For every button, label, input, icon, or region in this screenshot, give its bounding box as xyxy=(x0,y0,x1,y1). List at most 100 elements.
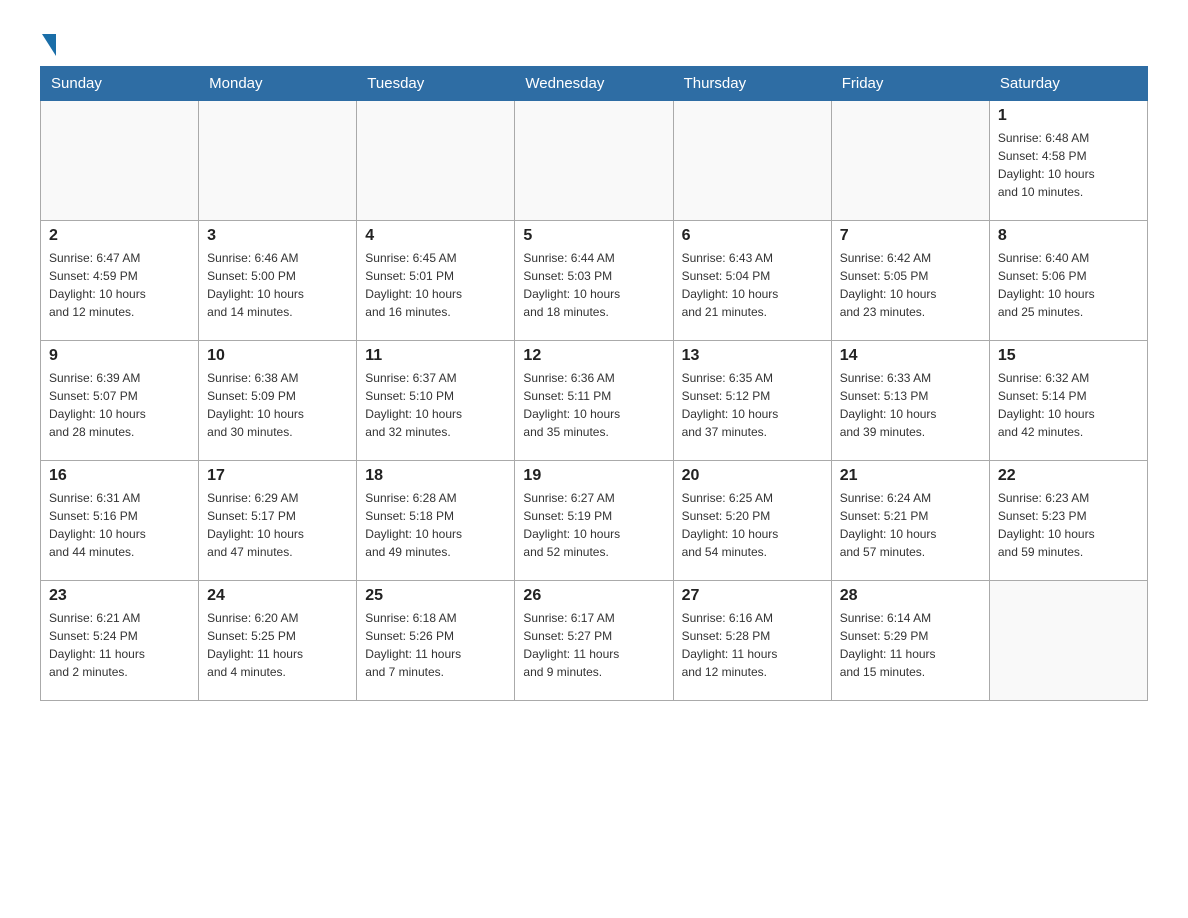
logo-arrow-icon xyxy=(42,34,56,56)
day-number: 4 xyxy=(365,227,506,245)
calendar-cell: 9 Sunrise: 6:39 AMSunset: 5:07 PMDaylight… xyxy=(41,341,199,461)
day-info: Sunrise: 6:33 AMSunset: 5:13 PMDaylight:… xyxy=(840,369,981,441)
day-number: 25 xyxy=(365,587,506,605)
day-info: Sunrise: 6:45 AMSunset: 5:01 PMDaylight:… xyxy=(365,249,506,321)
day-number: 26 xyxy=(523,587,664,605)
day-info: Sunrise: 6:44 AMSunset: 5:03 PMDaylight:… xyxy=(523,249,664,321)
day-number: 12 xyxy=(523,347,664,365)
day-number: 15 xyxy=(998,347,1139,365)
day-info: Sunrise: 6:27 AMSunset: 5:19 PMDaylight:… xyxy=(523,489,664,561)
day-info: Sunrise: 6:20 AMSunset: 5:25 PMDaylight:… xyxy=(207,609,348,681)
day-number: 20 xyxy=(682,467,823,485)
day-number: 21 xyxy=(840,467,981,485)
calendar-cell: 6 Sunrise: 6:43 AMSunset: 5:04 PMDaylight… xyxy=(673,221,831,341)
day-info: Sunrise: 6:40 AMSunset: 5:06 PMDaylight:… xyxy=(998,249,1139,321)
day-number: 18 xyxy=(365,467,506,485)
calendar-week-row: 2 Sunrise: 6:47 AMSunset: 4:59 PMDaylight… xyxy=(41,221,1148,341)
day-number: 23 xyxy=(49,587,190,605)
calendar-cell xyxy=(357,101,515,221)
calendar-week-row: 23Sunrise: 6:21 AMSunset: 5:24 PMDayligh… xyxy=(41,581,1148,701)
day-info: Sunrise: 6:35 AMSunset: 5:12 PMDaylight:… xyxy=(682,369,823,441)
day-number: 3 xyxy=(207,227,348,245)
day-number: 1 xyxy=(998,107,1139,125)
weekday-header-wednesday: Wednesday xyxy=(515,67,673,101)
day-info: Sunrise: 6:47 AMSunset: 4:59 PMDaylight:… xyxy=(49,249,190,321)
calendar-cell xyxy=(989,581,1147,701)
day-info: Sunrise: 6:43 AMSunset: 5:04 PMDaylight:… xyxy=(682,249,823,321)
calendar-table: SundayMondayTuesdayWednesdayThursdayFrid… xyxy=(40,66,1148,701)
calendar-cell: 26 Sunrise: 6:17 AMSunset: 5:27 PMDayligh… xyxy=(515,581,673,701)
day-number: 24 xyxy=(207,587,348,605)
day-number: 6 xyxy=(682,227,823,245)
calendar-cell: 24 Sunrise: 6:20 AMSunset: 5:25 PMDayligh… xyxy=(199,581,357,701)
day-info: Sunrise: 6:31 AMSunset: 5:16 PMDaylight:… xyxy=(49,489,190,561)
day-info: Sunrise: 6:18 AMSunset: 5:26 PMDaylight:… xyxy=(365,609,506,681)
day-info: Sunrise: 6:16 AMSunset: 5:28 PMDaylight:… xyxy=(682,609,823,681)
day-number: 8 xyxy=(998,227,1139,245)
weekday-header-tuesday: Tuesday xyxy=(357,67,515,101)
day-number: 19 xyxy=(523,467,664,485)
day-info: Sunrise: 6:48 AMSunset: 4:58 PMDaylight:… xyxy=(998,129,1139,201)
calendar-cell: 11 Sunrise: 6:37 AMSunset: 5:10 PMDayligh… xyxy=(357,341,515,461)
calendar-cell: 19 Sunrise: 6:27 AMSunset: 5:19 PMDayligh… xyxy=(515,461,673,581)
day-info: Sunrise: 6:37 AMSunset: 5:10 PMDaylight:… xyxy=(365,369,506,441)
calendar-cell: 17 Sunrise: 6:29 AMSunset: 5:17 PMDayligh… xyxy=(199,461,357,581)
day-info: Sunrise: 6:38 AMSunset: 5:09 PMDaylight:… xyxy=(207,369,348,441)
calendar-cell: 14 Sunrise: 6:33 AMSunset: 5:13 PMDayligh… xyxy=(831,341,989,461)
calendar-cell: 7 Sunrise: 6:42 AMSunset: 5:05 PMDaylight… xyxy=(831,221,989,341)
day-number: 2 xyxy=(49,227,190,245)
weekday-header-sunday: Sunday xyxy=(41,67,199,101)
day-info: Sunrise: 6:29 AMSunset: 5:17 PMDaylight:… xyxy=(207,489,348,561)
weekday-row: SundayMondayTuesdayWednesdayThursdayFrid… xyxy=(41,67,1148,101)
weekday-header-saturday: Saturday xyxy=(989,67,1147,101)
day-number: 14 xyxy=(840,347,981,365)
day-info: Sunrise: 6:39 AMSunset: 5:07 PMDaylight:… xyxy=(49,369,190,441)
day-info: Sunrise: 6:46 AMSunset: 5:00 PMDaylight:… xyxy=(207,249,348,321)
calendar-cell: 22Sunrise: 6:23 AMSunset: 5:23 PMDayligh… xyxy=(989,461,1147,581)
day-info: Sunrise: 6:17 AMSunset: 5:27 PMDaylight:… xyxy=(523,609,664,681)
day-number: 13 xyxy=(682,347,823,365)
calendar-cell: 16 Sunrise: 6:31 AMSunset: 5:16 PMDayligh… xyxy=(41,461,199,581)
day-number: 27 xyxy=(682,587,823,605)
day-info: Sunrise: 6:28 AMSunset: 5:18 PMDaylight:… xyxy=(365,489,506,561)
calendar-cell xyxy=(831,101,989,221)
calendar-header: SundayMondayTuesdayWednesdayThursdayFrid… xyxy=(41,67,1148,101)
calendar-cell: 4 Sunrise: 6:45 AMSunset: 5:01 PMDaylight… xyxy=(357,221,515,341)
calendar-cell: 2 Sunrise: 6:47 AMSunset: 4:59 PMDaylight… xyxy=(41,221,199,341)
day-number: 7 xyxy=(840,227,981,245)
calendar-cell: 12 Sunrise: 6:36 AMSunset: 5:11 PMDayligh… xyxy=(515,341,673,461)
calendar-cell: 5 Sunrise: 6:44 AMSunset: 5:03 PMDaylight… xyxy=(515,221,673,341)
weekday-header-monday: Monday xyxy=(199,67,357,101)
calendar-cell: 13 Sunrise: 6:35 AMSunset: 5:12 PMDayligh… xyxy=(673,341,831,461)
calendar-cell: 28 Sunrise: 6:14 AMSunset: 5:29 PMDayligh… xyxy=(831,581,989,701)
day-number: 17 xyxy=(207,467,348,485)
day-info: Sunrise: 6:42 AMSunset: 5:05 PMDaylight:… xyxy=(840,249,981,321)
day-info: Sunrise: 6:23 AMSunset: 5:23 PMDaylight:… xyxy=(998,489,1139,561)
calendar-cell: 8 Sunrise: 6:40 AMSunset: 5:06 PMDaylight… xyxy=(989,221,1147,341)
calendar-body: 1 Sunrise: 6:48 AMSunset: 4:58 PMDaylight… xyxy=(41,101,1148,701)
header xyxy=(40,30,1148,56)
day-number: 9 xyxy=(49,347,190,365)
calendar-week-row: 1 Sunrise: 6:48 AMSunset: 4:58 PMDaylight… xyxy=(41,101,1148,221)
day-number: 16 xyxy=(49,467,190,485)
calendar-cell: 27 Sunrise: 6:16 AMSunset: 5:28 PMDayligh… xyxy=(673,581,831,701)
calendar-cell xyxy=(673,101,831,221)
day-info: Sunrise: 6:14 AMSunset: 5:29 PMDaylight:… xyxy=(840,609,981,681)
calendar-cell xyxy=(199,101,357,221)
calendar-cell: 18 Sunrise: 6:28 AMSunset: 5:18 PMDayligh… xyxy=(357,461,515,581)
day-info: Sunrise: 6:32 AMSunset: 5:14 PMDaylight:… xyxy=(998,369,1139,441)
day-number: 10 xyxy=(207,347,348,365)
logo xyxy=(40,30,56,56)
day-info: Sunrise: 6:36 AMSunset: 5:11 PMDaylight:… xyxy=(523,369,664,441)
calendar-week-row: 9 Sunrise: 6:39 AMSunset: 5:07 PMDaylight… xyxy=(41,341,1148,461)
calendar-cell: 25 Sunrise: 6:18 AMSunset: 5:26 PMDayligh… xyxy=(357,581,515,701)
day-info: Sunrise: 6:25 AMSunset: 5:20 PMDaylight:… xyxy=(682,489,823,561)
calendar-cell: 15 Sunrise: 6:32 AMSunset: 5:14 PMDayligh… xyxy=(989,341,1147,461)
day-number: 5 xyxy=(523,227,664,245)
day-number: 28 xyxy=(840,587,981,605)
calendar-cell: 23Sunrise: 6:21 AMSunset: 5:24 PMDayligh… xyxy=(41,581,199,701)
weekday-header-friday: Friday xyxy=(831,67,989,101)
day-number: 11 xyxy=(365,347,506,365)
calendar-cell xyxy=(41,101,199,221)
calendar-cell: 1 Sunrise: 6:48 AMSunset: 4:58 PMDaylight… xyxy=(989,101,1147,221)
